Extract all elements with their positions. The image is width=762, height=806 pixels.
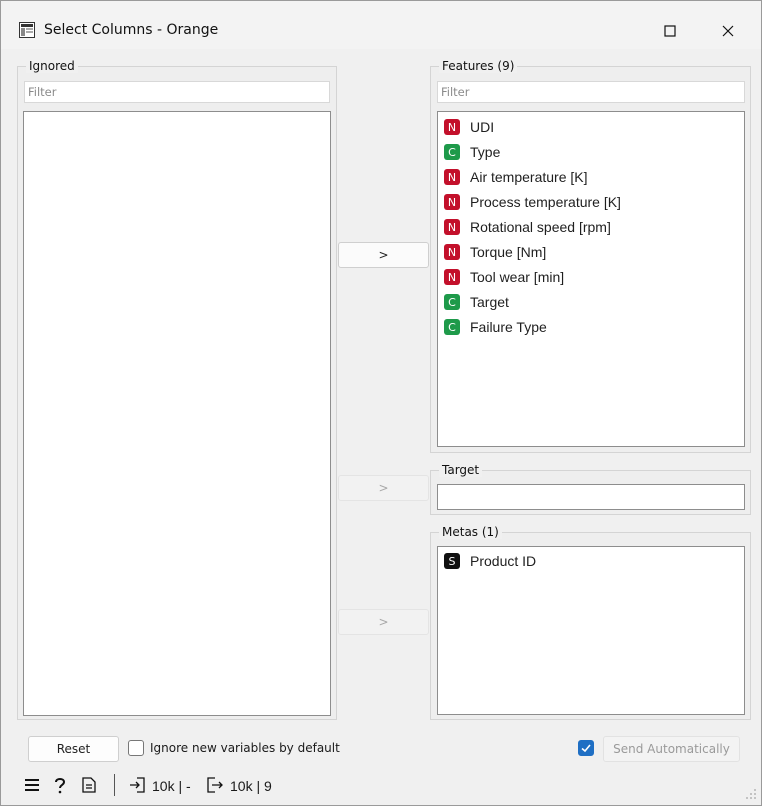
list-item[interactable]: C Target xyxy=(444,291,509,313)
target-group: Target xyxy=(430,463,751,515)
reset-button[interactable]: Reset xyxy=(28,736,119,762)
numeric-variable-icon: N xyxy=(444,194,460,210)
orange-widget-icon xyxy=(19,22,35,38)
numeric-variable-icon: N xyxy=(444,219,460,235)
numeric-variable-icon: N xyxy=(444,169,460,185)
variable-label: Tool wear [min] xyxy=(470,269,565,285)
checkmark-icon xyxy=(581,744,591,753)
metas-list[interactable]: S Product ID xyxy=(437,546,745,715)
variable-label: Product ID xyxy=(470,553,537,569)
features-filter-input[interactable] xyxy=(437,81,745,103)
variable-label: Type xyxy=(470,144,501,160)
variable-label: UDI xyxy=(470,119,495,135)
help-icon[interactable] xyxy=(51,776,69,794)
minimize-button[interactable] xyxy=(590,14,636,48)
list-item[interactable]: N Torque [Nm] xyxy=(444,241,546,263)
metas-group: Metas (1) S Product ID xyxy=(430,525,751,720)
target-list[interactable] xyxy=(437,484,745,510)
report-icon[interactable] xyxy=(80,776,98,794)
variable-label: Rotational speed [rpm] xyxy=(470,219,611,235)
move-to-metas-button[interactable]: > xyxy=(338,609,429,635)
string-variable-icon: S xyxy=(444,553,460,569)
minimize-icon xyxy=(608,30,618,32)
variable-label: Air temperature [K] xyxy=(470,169,588,185)
categorical-variable-icon: C xyxy=(444,319,460,335)
close-button[interactable] xyxy=(705,14,751,48)
ignore-new-variables-checkbox[interactable] xyxy=(128,740,144,756)
numeric-variable-icon: N xyxy=(444,119,460,135)
categorical-variable-icon: C xyxy=(444,294,460,310)
status-separator xyxy=(114,774,115,796)
maximize-button[interactable] xyxy=(647,14,693,48)
send-automatically-checkbox[interactable] xyxy=(578,740,594,756)
list-item[interactable]: C Type xyxy=(444,141,500,163)
input-summary[interactable]: 10k | - xyxy=(152,778,191,794)
menu-icon[interactable] xyxy=(23,776,41,794)
list-item[interactable]: N Rotational speed [rpm] xyxy=(444,216,611,238)
select-columns-window: Select Columns - Orange Ignored > > > Fe… xyxy=(0,0,762,806)
window-title: Select Columns - Orange xyxy=(44,22,219,38)
features-list[interactable]: N UDI C Type N Air temperature [K] N Pro… xyxy=(437,111,745,447)
output-data-icon xyxy=(206,776,224,794)
numeric-variable-icon: N xyxy=(444,244,460,260)
close-icon xyxy=(722,25,734,37)
variable-label: Failure Type xyxy=(470,319,547,335)
move-to-features-button[interactable]: > xyxy=(338,242,429,268)
output-summary[interactable]: 10k | 9 xyxy=(230,778,272,794)
variable-label: Torque [Nm] xyxy=(470,244,547,260)
variable-label: Process temperature [K] xyxy=(470,194,621,210)
send-automatically-button[interactable]: Send Automatically xyxy=(603,736,740,762)
list-item[interactable]: C Failure Type xyxy=(444,316,547,338)
ignored-group: Ignored xyxy=(17,59,337,720)
input-data-icon xyxy=(128,776,146,794)
list-item[interactable]: N Process temperature [K] xyxy=(444,191,621,213)
categorical-variable-icon: C xyxy=(444,144,460,160)
list-item[interactable]: N UDI xyxy=(444,116,494,138)
ignored-filter-input[interactable] xyxy=(24,81,330,103)
resize-grip-icon[interactable] xyxy=(744,787,758,801)
list-item[interactable]: N Air temperature [K] xyxy=(444,166,588,188)
ignored-title: Ignored xyxy=(26,59,78,73)
metas-title: Metas (1) xyxy=(439,525,502,539)
ignored-list[interactable] xyxy=(23,111,331,716)
variable-label: Target xyxy=(470,294,509,310)
list-item[interactable]: S Product ID xyxy=(444,550,536,572)
target-title: Target xyxy=(439,463,483,477)
maximize-icon xyxy=(664,25,676,37)
features-title: Features (9) xyxy=(439,59,518,73)
numeric-variable-icon: N xyxy=(444,269,460,285)
features-group: Features (9) N UDI C Type N Air temperat… xyxy=(430,59,751,453)
ignore-new-variables-label[interactable]: Ignore new variables by default xyxy=(150,741,340,755)
move-to-target-button[interactable]: > xyxy=(338,475,429,501)
title-bar[interactable]: Select Columns - Orange xyxy=(1,1,761,49)
list-item[interactable]: N Tool wear [min] xyxy=(444,266,564,288)
